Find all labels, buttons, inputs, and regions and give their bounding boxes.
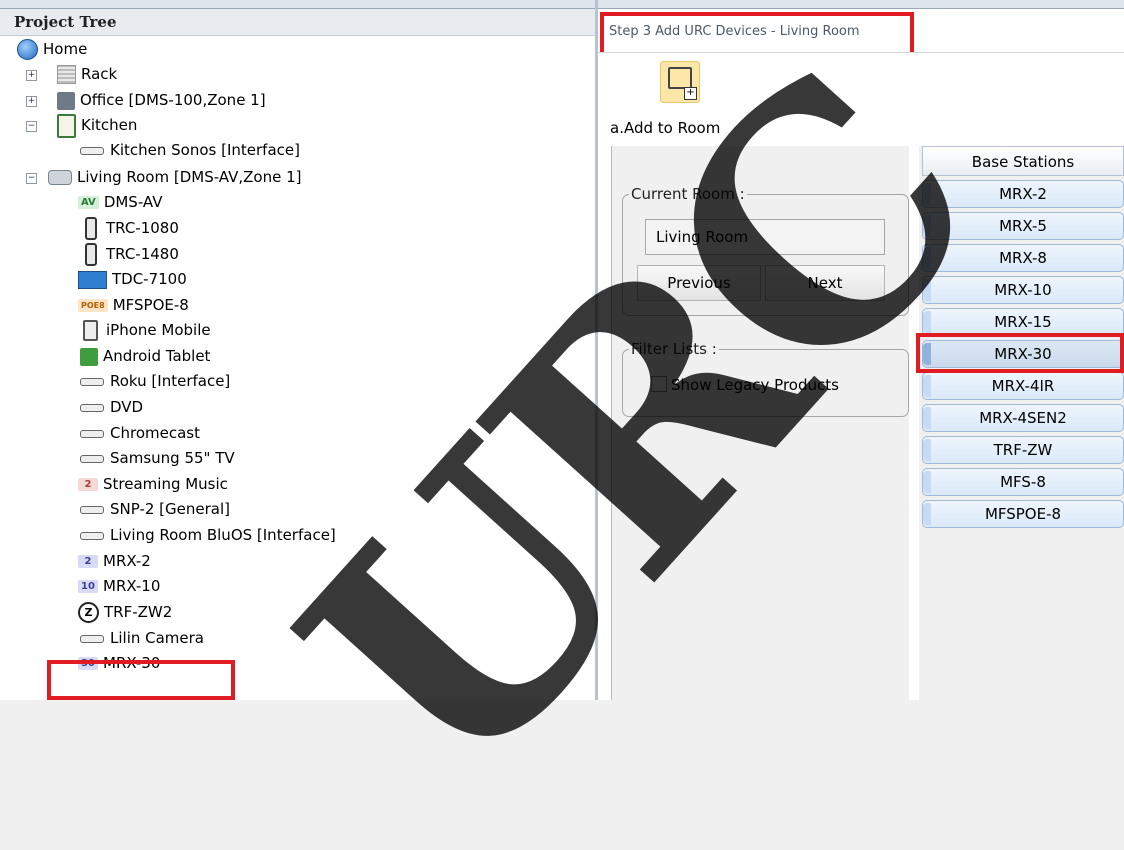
collapse-living-room-toggle[interactable]: −: [26, 173, 37, 184]
poe-badge-icon: POE8: [78, 299, 108, 312]
zwave-icon: Z: [78, 602, 99, 623]
plus-icon: +: [684, 87, 697, 100]
tree-item-trf-zw2[interactable]: Z TRF-ZW2: [78, 600, 172, 625]
expand-rack-toggle[interactable]: +: [26, 70, 37, 81]
stream-badge-icon: 2: [78, 478, 98, 491]
tree-item-kitchen[interactable]: Kitchen: [57, 113, 137, 138]
tree-item-mfspoe-8[interactable]: POE8 MFSPOE-8: [78, 293, 189, 318]
base-stations-header[interactable]: Base Stations: [922, 146, 1124, 176]
project-tree-title: Project Tree: [0, 9, 595, 36]
tree-item-trc-1080[interactable]: TRC-1080: [80, 216, 179, 241]
checkbox-icon: [651, 376, 667, 392]
tree-item-snp-2[interactable]: SNP-2 [General]: [80, 497, 230, 522]
add-to-room-button[interactable]: + a.Add to Room: [610, 61, 730, 143]
show-legacy-label: Show Legacy Products: [671, 376, 839, 394]
android-icon: [80, 347, 98, 366]
mrx-badge-icon: 2: [78, 555, 98, 568]
base-station-mrx-8[interactable]: MRX-8: [922, 244, 1124, 272]
top-strip: [0, 0, 595, 9]
collapse-kitchen-toggle[interactable]: −: [26, 121, 37, 132]
options-panel: Current Room : Living Room Previous Next…: [611, 146, 909, 700]
add-room-icon: +: [660, 61, 700, 103]
highlight-mrx-30-list: [916, 333, 1124, 373]
ir-device-icon: [80, 403, 104, 412]
filter-lists-title: Filter Lists :: [629, 340, 719, 358]
tree-item-streaming-music[interactable]: 2 Streaming Music: [78, 472, 228, 497]
ir-device-icon: [80, 429, 104, 438]
add-to-room-label: a.Add to Room: [610, 119, 721, 137]
project-tree-panel: Project Tree Home + Rack + Office [DMS-1…: [0, 0, 598, 700]
tree-item-living-room-bluos[interactable]: Living Room BluOS [Interface]: [80, 523, 336, 548]
expand-office-toggle[interactable]: +: [26, 96, 37, 107]
show-legacy-checkbox[interactable]: Show Legacy Products: [651, 376, 839, 394]
ir-device-icon: [80, 454, 104, 463]
phone-icon: [83, 320, 98, 341]
home-icon: [17, 39, 38, 60]
tree-item-office[interactable]: Office [DMS-100,Zone 1]: [57, 88, 266, 113]
base-station-mrx-2[interactable]: MRX-2: [922, 180, 1124, 208]
rack-icon: [57, 65, 76, 84]
tree-item-iphone-mobile[interactable]: iPhone Mobile: [80, 318, 211, 343]
ir-device-icon: [80, 146, 104, 155]
ir-device-icon: [80, 634, 104, 643]
base-stations-list: Base Stations MRX-2 MRX-5 MRX-8 MRX-10 M…: [919, 146, 1124, 700]
base-station-mrx-15[interactable]: MRX-15: [922, 308, 1124, 336]
current-room-field[interactable]: Living Room: [645, 219, 885, 255]
tree-item-living-room[interactable]: Living Room [DMS-AV,Zone 1]: [48, 165, 301, 190]
base-station-mrx-4sen2[interactable]: MRX-4SEN2: [922, 404, 1124, 432]
couch-icon: [48, 170, 72, 185]
tree-item-tdc-7100[interactable]: TDC-7100: [78, 267, 187, 292]
tree-item-home[interactable]: Home: [17, 37, 87, 62]
next-button[interactable]: Next: [765, 265, 885, 301]
filter-lists-group: Filter Lists : Show Legacy Products: [622, 340, 909, 417]
top-strip: [598, 0, 1124, 9]
tree-item-trc-1480[interactable]: TRC-1480: [80, 242, 179, 267]
tree-item-lilin-camera[interactable]: Lilin Camera: [80, 626, 204, 651]
ir-device-icon: [80, 505, 104, 514]
base-station-mfspoe-8[interactable]: MFSPOE-8: [922, 500, 1124, 528]
current-room-group: Current Room : Living Room Previous Next: [622, 185, 909, 316]
tree-item-samsung-tv[interactable]: Samsung 55" TV: [80, 446, 235, 471]
toolbar: + a.Add to Room: [598, 52, 1124, 145]
touchscreen-icon: [78, 270, 107, 289]
refrigerator-icon: [57, 113, 76, 138]
remote-icon: [85, 217, 97, 240]
tree-item-dvd[interactable]: DVD: [80, 395, 143, 420]
office-icon: [57, 91, 75, 110]
tree-item-kitchen-sonos[interactable]: Kitchen Sonos [Interface]: [80, 138, 300, 163]
current-room-title: Current Room :: [629, 185, 747, 203]
tree-item-mrx-10[interactable]: 10 MRX-10: [78, 574, 160, 599]
previous-button[interactable]: Previous: [637, 265, 761, 301]
wizard-panel: Step 3 Add URC Devices - Living Room + a…: [598, 0, 1124, 700]
tree-item-dms-av[interactable]: AV DMS-AV: [78, 190, 162, 215]
base-station-mrx-4ir[interactable]: MRX-4IR: [922, 372, 1124, 400]
base-station-mrx-5[interactable]: MRX-5: [922, 212, 1124, 240]
tree-item-android-tablet[interactable]: Android Tablet: [80, 344, 210, 369]
house-icon: [668, 67, 692, 89]
base-station-trf-zw[interactable]: TRF-ZW: [922, 436, 1124, 464]
tree-item-mrx-2[interactable]: 2 MRX-2: [78, 549, 151, 574]
base-station-mfs-8[interactable]: MFS-8: [922, 468, 1124, 496]
mrx-badge-icon: 10: [78, 580, 98, 593]
tree-item-roku[interactable]: Roku [Interface]: [80, 369, 230, 394]
tree-item-rack[interactable]: Rack: [57, 62, 117, 87]
base-station-mrx-10[interactable]: MRX-10: [922, 276, 1124, 304]
highlight-mrx-30-tree: [47, 660, 235, 700]
ir-device-icon: [80, 531, 104, 540]
ir-device-icon: [80, 377, 104, 386]
remote-icon: [85, 243, 97, 266]
av-badge-icon: AV: [78, 196, 99, 209]
tree-item-chromecast[interactable]: Chromecast: [80, 421, 200, 446]
